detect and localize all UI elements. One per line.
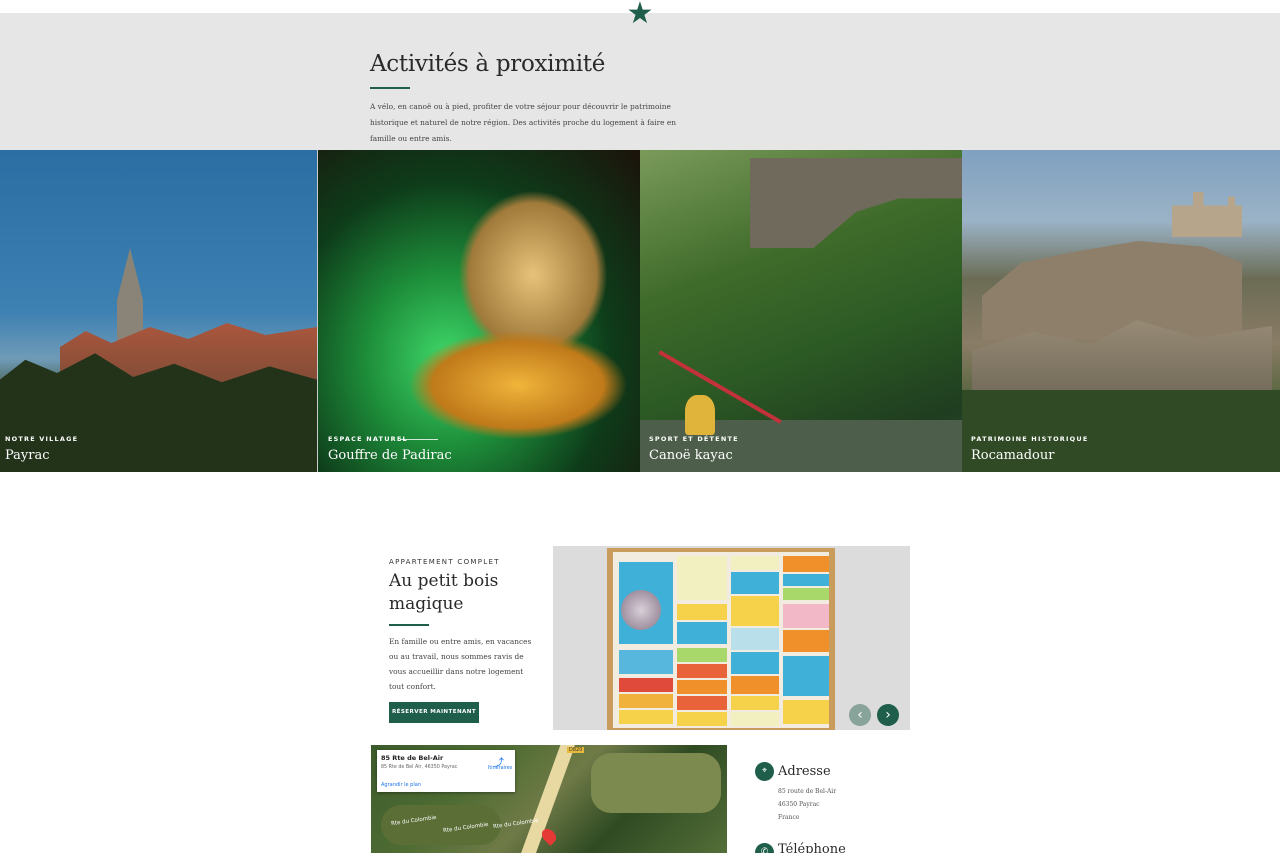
- tile-tag: SPORT ET DÉTENTE: [649, 435, 739, 443]
- address-line: France: [778, 814, 800, 821]
- note: [783, 656, 829, 696]
- note: [677, 622, 727, 644]
- activities-intro: Activités à proximité A vélo, en canoë o…: [0, 13, 1280, 150]
- note: [619, 694, 673, 708]
- map-address: 85 Rte de Bel-Air: [381, 754, 444, 762]
- directions-link[interactable]: Itinéraires: [488, 766, 512, 771]
- note: [619, 650, 673, 674]
- tile-title: Rocamadour: [971, 448, 1055, 463]
- note: [677, 556, 727, 600]
- kayaker: [685, 395, 715, 435]
- phone-icon: ✆: [755, 843, 774, 853]
- note: [783, 574, 829, 586]
- note: [731, 712, 779, 726]
- kayak-paddle: [658, 350, 782, 424]
- star-icon: ★: [626, 0, 654, 31]
- note: [731, 696, 779, 710]
- stone-bridge: [750, 158, 962, 248]
- section-title: Activités à proximité: [370, 51, 606, 77]
- board-surface: [613, 552, 829, 728]
- note: [731, 676, 779, 694]
- note: [783, 556, 829, 572]
- tile-tag: NOTRE VILLAGE: [5, 435, 79, 443]
- road-shield: D820: [567, 747, 585, 753]
- note: [731, 556, 779, 570]
- carousel-next-button[interactable]: ›: [877, 704, 899, 726]
- carousel-prev-button[interactable]: ‹: [849, 704, 871, 726]
- section-description: A vélo, en canoë ou à pied, profiter de …: [370, 102, 677, 143]
- note: [731, 572, 779, 594]
- note: [677, 712, 727, 726]
- tile-title: Gouffre de Padirac: [328, 448, 452, 463]
- activity-tile-canoe[interactable]: SPORT ET DÉTENTE Canoë kayac: [640, 150, 962, 472]
- note: [619, 710, 673, 724]
- apartment-description: En famille ou entre amis, en vacances ou…: [389, 637, 532, 691]
- cave-pool: [408, 330, 628, 440]
- note: [677, 648, 727, 662]
- phone-title: Téléphone: [778, 842, 846, 853]
- note: [783, 604, 829, 628]
- map-subaddress: 85 Rte de Bel Air, 46350 Payrac: [381, 765, 458, 770]
- note: [677, 680, 727, 694]
- note: [783, 588, 829, 600]
- note: [677, 664, 727, 678]
- note: [783, 630, 829, 652]
- activities-gallery: NOTRE VILLAGE Payrac ESPACE NATUREL Gouf…: [0, 150, 1280, 472]
- map-info-card: 85 Rte de Bel-Air 85 Rte de Bel Air, 463…: [377, 750, 515, 792]
- book-now-button[interactable]: RÉSERVER MAINTENANT: [389, 702, 479, 723]
- tile-tag: PATRIMOINE HISTORIQUE: [971, 435, 1089, 443]
- tile-title: Canoë kayac: [649, 448, 733, 463]
- activity-tile-padirac[interactable]: ESPACE NATUREL Gouffre de Padirac: [317, 150, 640, 472]
- note: [621, 590, 661, 630]
- note: [677, 604, 727, 620]
- notes-board: [607, 548, 835, 730]
- note: [731, 596, 779, 626]
- title-underline: [389, 624, 429, 626]
- address-line: 46350 Payrac: [778, 801, 820, 808]
- location-pin-icon: ⌖: [755, 762, 774, 781]
- note: [783, 700, 829, 724]
- apartment-title: Au petit bois magique: [389, 571, 499, 614]
- activity-tile-rocamadour[interactable]: PATRIMOINE HISTORIQUE Rocamadour: [962, 150, 1280, 472]
- address-line: 85 route de Bel-Air: [778, 788, 837, 795]
- apartment-tag: APPARTEMENT COMPLET: [389, 558, 500, 566]
- map-field: [591, 753, 721, 813]
- enlarge-map-link[interactable]: Agrandir le plan: [381, 782, 421, 788]
- location-map[interactable]: D820 Rte du Colombie Rte du Colombie Rte…: [371, 745, 727, 853]
- tile-tag: ESPACE NATUREL: [328, 435, 408, 443]
- note: [731, 628, 779, 650]
- tile-title: Payrac: [5, 448, 50, 463]
- title-underline: [370, 87, 410, 89]
- note: [731, 652, 779, 674]
- apartment-photo-carousel: ‹ ›: [553, 546, 910, 730]
- cliff: [982, 241, 1242, 340]
- note: [677, 696, 727, 710]
- note: [619, 678, 673, 692]
- activity-tile-payrac[interactable]: NOTRE VILLAGE Payrac: [0, 150, 317, 472]
- castle: [1172, 192, 1242, 237]
- address-title: Adresse: [778, 764, 831, 779]
